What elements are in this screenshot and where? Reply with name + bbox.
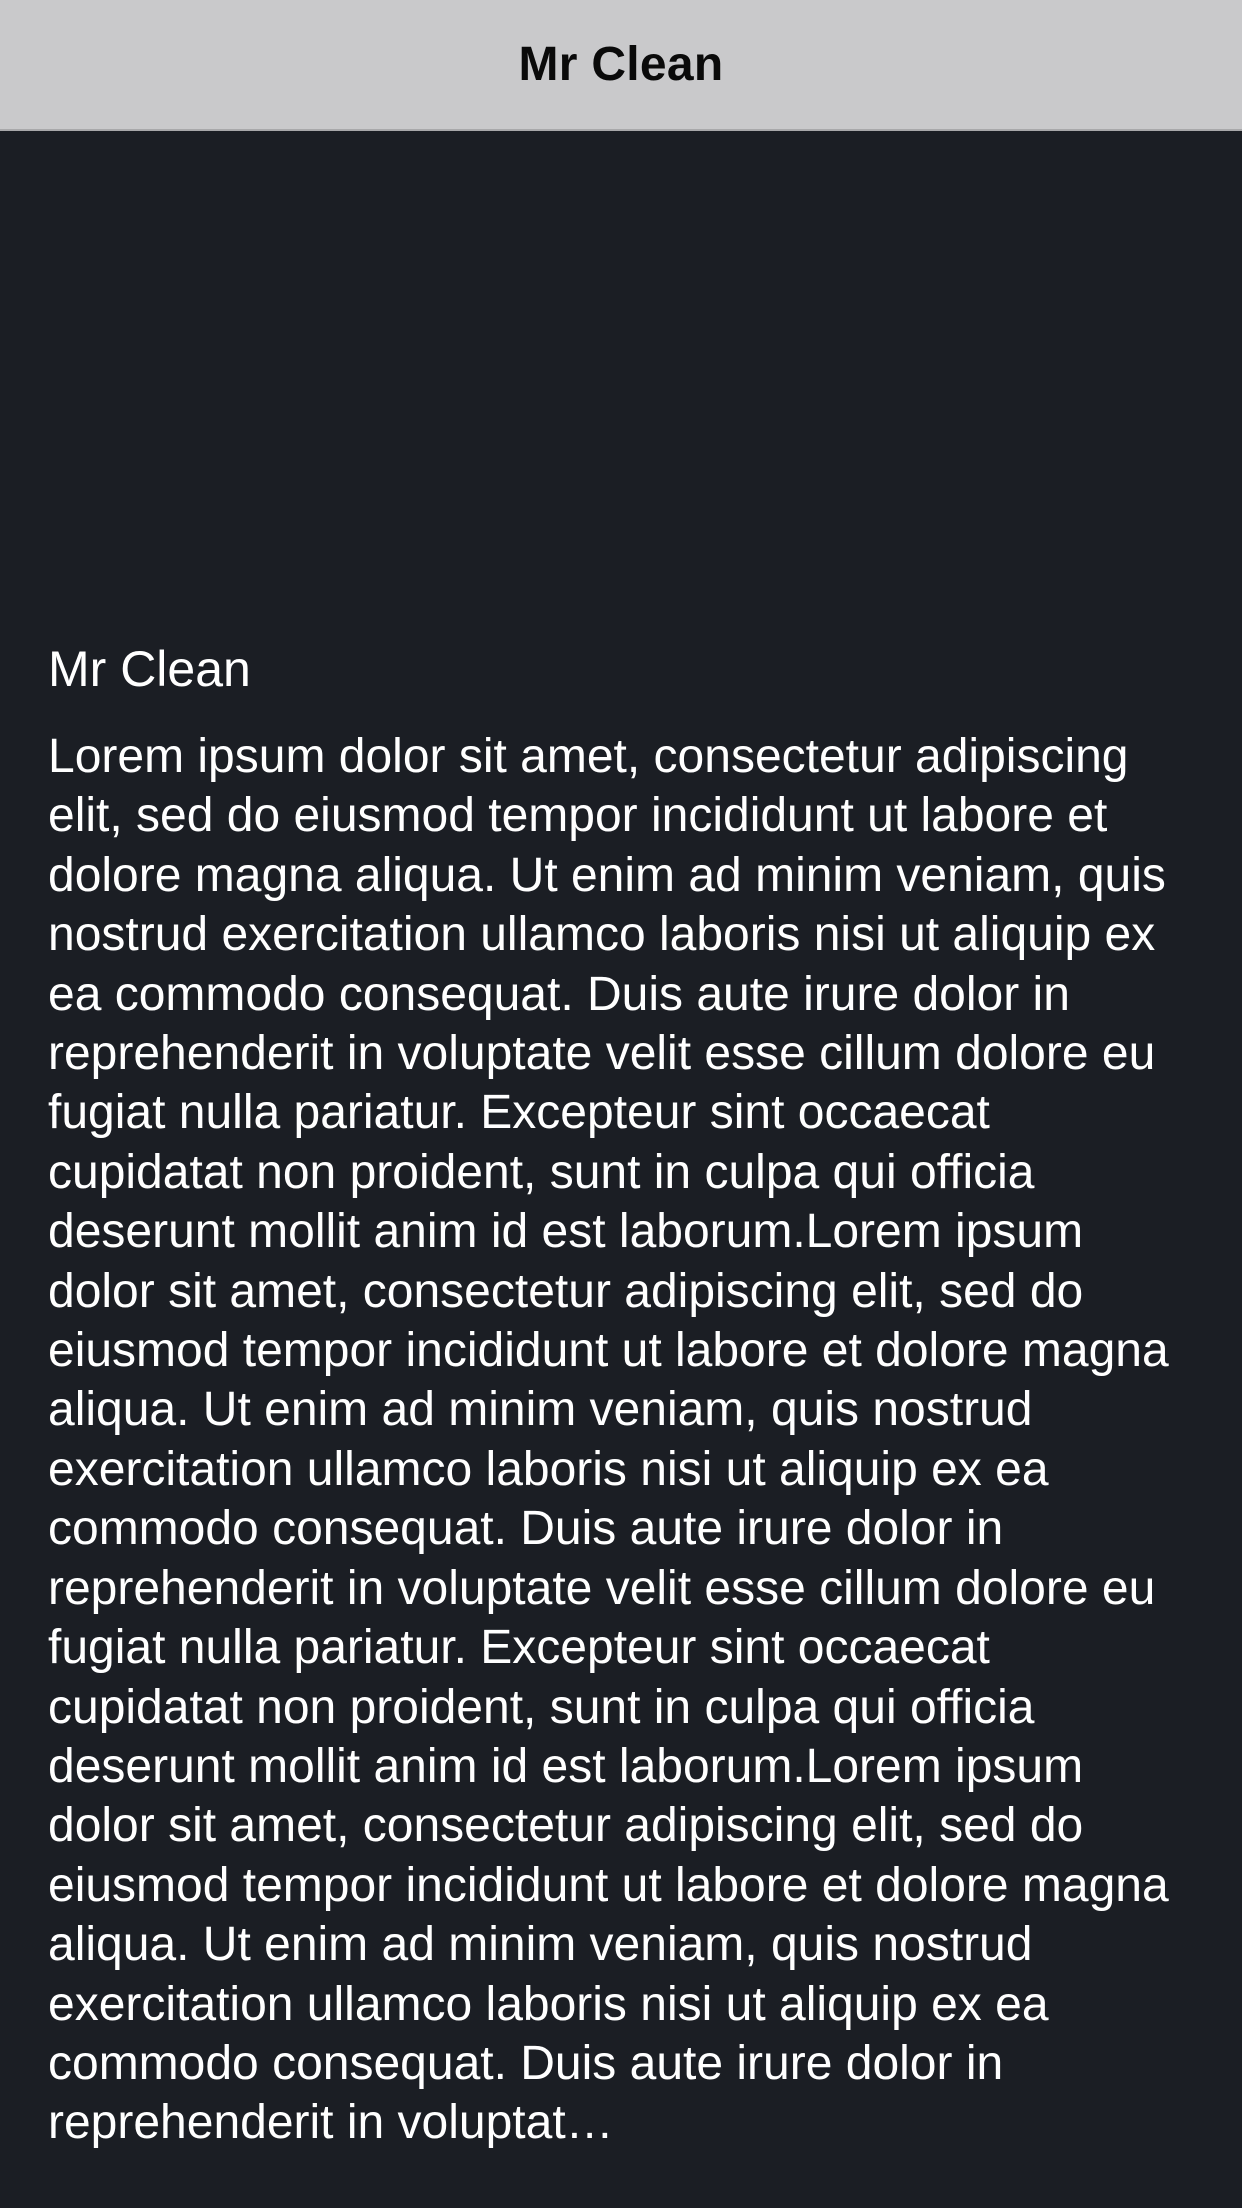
- item-title: Mr Clean: [48, 641, 251, 697]
- item-description: Lorem ipsum dolor sit amet, consectetur …: [48, 730, 1169, 2150]
- navigation-bar: Mr Clean: [0, 0, 1242, 131]
- detail-content[interactable]: Mr Clean Lorem ipsum dolor sit amet, con…: [0, 131, 1242, 2208]
- hero-image-area: [0, 131, 1242, 631]
- nav-title: Mr Clean: [518, 38, 724, 91]
